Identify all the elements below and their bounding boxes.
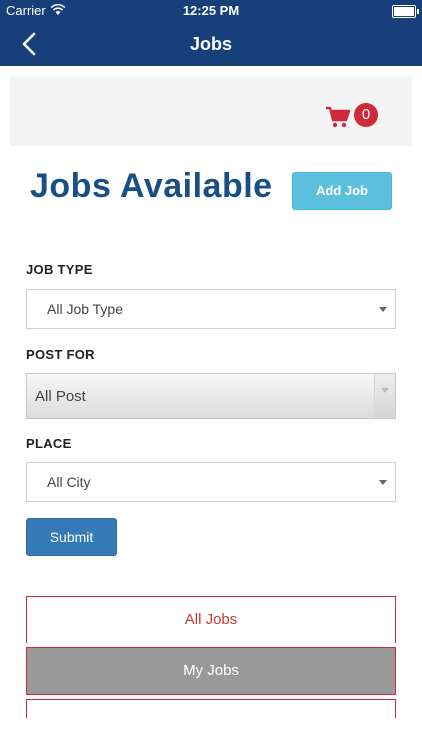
dropdown-caret-icon — [381, 388, 389, 393]
tab-all-jobs[interactable]: All Jobs — [26, 596, 396, 643]
place-label: PLACE — [26, 436, 72, 451]
place-value: All City — [47, 474, 91, 490]
submit-button[interactable]: Submit — [26, 518, 117, 556]
nav-bar: Jobs — [0, 22, 422, 66]
clock: 12:25 PM — [182, 3, 240, 18]
post-for-select[interactable]: All Post — [26, 373, 396, 419]
job-type-label: JOB TYPE — [26, 262, 93, 277]
tab-partial[interactable] — [26, 699, 396, 718]
tab-my-jobs[interactable]: My Jobs — [26, 647, 396, 695]
dropdown-button — [374, 374, 395, 418]
shopping-cart-icon[interactable] — [326, 106, 350, 128]
post-for-label: POST FOR — [26, 347, 95, 362]
cart-count-badge: 0 — [354, 103, 378, 127]
post-for-value: All Post — [35, 388, 86, 405]
job-type-value: All Job Type — [47, 301, 124, 317]
dropdown-caret-icon — [379, 480, 387, 485]
dropdown-caret-icon — [379, 307, 387, 312]
cart-bar: 0 — [10, 76, 412, 146]
job-type-select[interactable]: All Job Type — [26, 289, 396, 329]
add-job-button[interactable]: Add Job — [292, 172, 392, 210]
place-select[interactable]: All City — [26, 462, 396, 502]
status-bar: Carrier 12:25 PM — [0, 0, 422, 22]
battery-icon — [392, 5, 419, 18]
nav-title: Jobs — [189, 34, 232, 54]
page-title: Jobs Available — [30, 167, 273, 205]
